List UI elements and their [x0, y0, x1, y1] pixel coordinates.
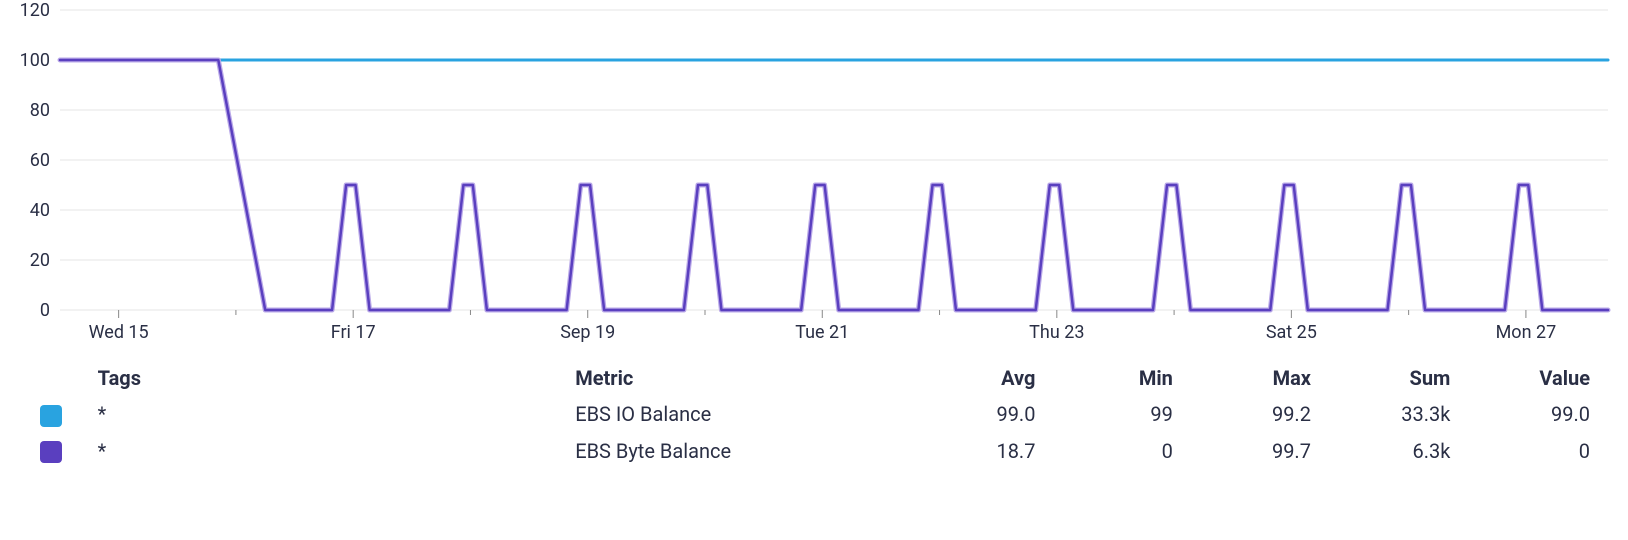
- legend-min: 0: [1045, 433, 1182, 470]
- svg-text:Tue 21: Tue 21: [795, 322, 849, 343]
- svg-text:Thu 23: Thu 23: [1029, 322, 1084, 343]
- svg-text:20: 20: [30, 250, 50, 271]
- svg-text:Sep 19: Sep 19: [560, 322, 615, 343]
- legend-tags: *: [88, 433, 566, 470]
- svg-text:0: 0: [40, 300, 50, 321]
- legend-value: 0: [1460, 433, 1600, 470]
- legend-avg: 99.0: [907, 396, 1045, 433]
- timeseries-chart: 0 20 40 60 80 100 120 Wed 15 Fri 17 Sep 19 Tue 21 T…: [0, 0, 1628, 350]
- legend-metric: EBS IO Balance: [565, 396, 907, 433]
- svg-text:Fri 17: Fri 17: [331, 322, 376, 343]
- legend-table: Tags Metric Avg Min Max Sum Value * EBS …: [30, 360, 1600, 469]
- col-min: Min: [1045, 360, 1182, 396]
- svg-text:120: 120: [20, 0, 50, 21]
- legend-max: 99.7: [1183, 433, 1321, 470]
- series-swatch: [40, 441, 62, 463]
- series-swatch: [40, 405, 62, 427]
- col-tags: Tags: [88, 360, 566, 396]
- col-metric: Metric: [565, 360, 907, 396]
- col-max: Max: [1183, 360, 1321, 396]
- svg-text:Mon 27: Mon 27: [1496, 322, 1557, 343]
- metrics-panel: 0 20 40 60 80 100 120 Wed 15 Fri 17 Sep 19 Tue 21 T…: [0, 0, 1628, 540]
- svg-text:80: 80: [30, 100, 50, 121]
- legend-row[interactable]: * EBS Byte Balance 18.7 0 99.7 6.3k 0: [30, 433, 1600, 470]
- legend-row[interactable]: * EBS IO Balance 99.0 99 99.2 33.3k 99.0: [30, 396, 1600, 433]
- svg-text:100: 100: [20, 50, 50, 71]
- col-sum: Sum: [1321, 360, 1460, 396]
- legend-min: 99: [1045, 396, 1182, 433]
- col-value: Value: [1460, 360, 1600, 396]
- legend-sum: 6.3k: [1321, 433, 1460, 470]
- legend-max: 99.2: [1183, 396, 1321, 433]
- svg-text:60: 60: [30, 150, 50, 171]
- svg-text:Sat 25: Sat 25: [1266, 322, 1317, 343]
- legend-sum: 33.3k: [1321, 396, 1460, 433]
- legend-header-row: Tags Metric Avg Min Max Sum Value: [30, 360, 1600, 396]
- svg-text:Wed 15: Wed 15: [89, 322, 149, 343]
- svg-text:40: 40: [30, 200, 50, 221]
- legend-metric: EBS Byte Balance: [565, 433, 907, 470]
- col-avg: Avg: [907, 360, 1045, 396]
- legend-tags: *: [88, 396, 566, 433]
- legend-avg: 18.7: [907, 433, 1045, 470]
- legend-value: 99.0: [1460, 396, 1600, 433]
